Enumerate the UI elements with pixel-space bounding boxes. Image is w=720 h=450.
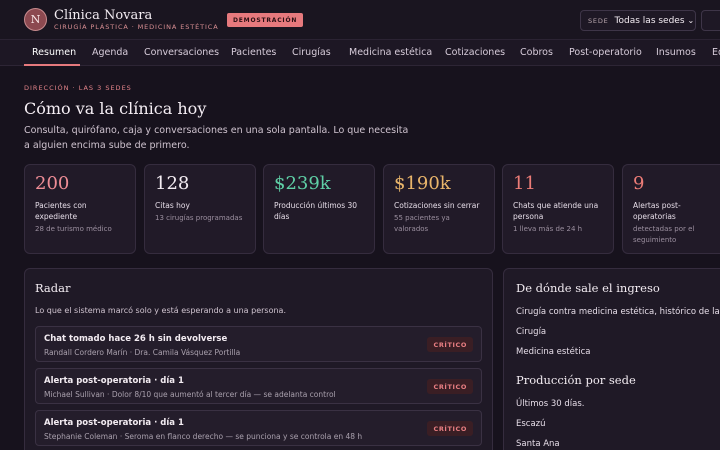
kpi-note: 28 de turismo médico bbox=[35, 225, 112, 233]
kpi-label: Chats que atiende una persona bbox=[513, 201, 599, 221]
kpi-card-alertas[interactable]: 9 Alertas post-operatorias detectadas po… bbox=[622, 164, 720, 254]
kpi-card-citas[interactable]: 128 Citas hoy 13 cirugías programadas bbox=[144, 164, 256, 254]
income-subtitle: Cirugía contra medicina estética, histór… bbox=[516, 307, 720, 317]
page-title: Cómo va la clínica hoy bbox=[24, 99, 207, 118]
kpi-value: 9 bbox=[633, 173, 645, 194]
tab-resumen[interactable]: Resumen bbox=[32, 40, 76, 66]
alert-detail: Randall Cordero Marín · Dra. Camila Vásq… bbox=[44, 348, 241, 357]
kpi-label: Producción últimos 30 días bbox=[274, 201, 358, 221]
kpi-value: 200 bbox=[35, 173, 70, 194]
kpi-label: Citas hoy bbox=[155, 201, 190, 210]
kpi-card-cotizaciones[interactable]: $190k Cotizaciones sin cerrar 55 pacient… bbox=[383, 164, 495, 254]
secondary-select[interactable] bbox=[701, 10, 720, 31]
tab-post-operatorio[interactable]: Post-operatorio bbox=[569, 40, 642, 66]
radar-alert[interactable]: Alerta post-operatoria · día 1 Stephanie… bbox=[35, 410, 482, 446]
radar-subtitle: Lo que el sistema marcó solo y está espe… bbox=[35, 306, 286, 315]
main-nav: Resumen Agenda Conversaciones Pacientes … bbox=[0, 40, 720, 66]
radar-title: Radar bbox=[35, 281, 71, 295]
demo-badge: DEMOSTRACIÓN bbox=[227, 13, 304, 27]
sede-value: Todas las sedes bbox=[614, 15, 685, 26]
tab-agenda[interactable]: Agenda bbox=[92, 40, 128, 66]
brand-subtitle: CIRUGÍA PLÁSTICA · MEDICINA ESTÉTICA bbox=[54, 23, 219, 31]
kpi-note: detectadas por el seguimiento bbox=[633, 225, 695, 244]
income-panel: De dónde sale el ingreso Cirugía contra … bbox=[503, 268, 720, 450]
radar-panel: Radar Lo que el sistema marcó solo y est… bbox=[24, 268, 493, 450]
kpi-value: 11 bbox=[513, 173, 536, 194]
tab-equipo[interactable]: Eq bbox=[712, 40, 720, 66]
kpi-label: Alertas post-operatorias bbox=[633, 201, 681, 221]
top-bar: N Clínica Novara CIRUGÍA PLÁSTICA · MEDI… bbox=[0, 0, 720, 40]
kpi-value: $190k bbox=[394, 173, 451, 194]
alert-title: Alerta post-operatoria · día 1 bbox=[44, 418, 184, 428]
kpi-card-produccion[interactable]: $239k Producción últimos 30 días bbox=[263, 164, 375, 254]
tab-cotizaciones[interactable]: Cotizaciones bbox=[445, 40, 505, 66]
kpi-value: $239k bbox=[274, 173, 331, 194]
kpi-note: 13 cirugías programadas bbox=[155, 214, 243, 222]
income-line-medicina: Medicina estética bbox=[516, 347, 591, 357]
sede-select[interactable]: SEDE Todas las sedes ⌄ bbox=[580, 10, 696, 31]
production-subtitle: Últimos 30 días. bbox=[516, 399, 585, 409]
page-subtitle: Consulta, quirófano, caja y conversacion… bbox=[24, 125, 409, 151]
section-eyebrow: DIRECCIÓN · LAS 3 SEDES bbox=[24, 84, 132, 92]
radar-alert[interactable]: Chat tomado hace 26 h sin devolverse Ran… bbox=[35, 326, 482, 362]
tab-medicina-estetica[interactable]: Medicina estética bbox=[349, 40, 432, 66]
clinic-logo[interactable]: N bbox=[24, 8, 47, 31]
chevron-down-icon: ⌄ bbox=[687, 16, 695, 25]
sede-label: SEDE bbox=[588, 16, 609, 25]
kpi-card-chats[interactable]: 11 Chats que atiende una persona 1 lleva… bbox=[502, 164, 614, 254]
tab-conversaciones[interactable]: Conversaciones bbox=[144, 40, 219, 66]
kpi-note: 1 lleva más de 24 h bbox=[513, 225, 583, 233]
production-title: Producción por sede bbox=[516, 373, 636, 387]
tab-insumos[interactable]: Insumos bbox=[656, 40, 696, 66]
severity-badge: CRÍTICO bbox=[427, 337, 473, 352]
tab-cobros[interactable]: Cobros bbox=[520, 40, 553, 66]
kpi-card-pacientes[interactable]: 200 Pacientes con expediente 28 de turis… bbox=[24, 164, 136, 254]
radar-alert[interactable]: Alerta post-operatoria · día 1 Michael S… bbox=[35, 368, 482, 404]
kpi-label: Cotizaciones sin cerrar bbox=[394, 201, 480, 210]
kpi-note: 55 pacientes ya valorados bbox=[394, 214, 450, 233]
alert-title: Alerta post-operatoria · día 1 bbox=[44, 376, 184, 386]
income-title: De dónde sale el ingreso bbox=[516, 281, 660, 295]
active-tab-indicator bbox=[24, 64, 80, 66]
income-line-cirugia: Cirugía bbox=[516, 327, 547, 337]
production-line-escazu: Escazú bbox=[516, 419, 546, 429]
kpi-label: Pacientes con expediente bbox=[35, 201, 87, 221]
production-line-santa-ana: Santa Ana bbox=[516, 439, 560, 449]
kpi-value: 128 bbox=[155, 173, 190, 194]
alert-detail: Michael Sullivan · Dolor 8/10 que aument… bbox=[44, 390, 336, 399]
brand-name: Clínica Novara bbox=[54, 8, 153, 23]
tab-pacientes[interactable]: Pacientes bbox=[231, 40, 276, 66]
alert-title: Chat tomado hace 26 h sin devolverse bbox=[44, 334, 228, 344]
severity-badge: CRÍTICO bbox=[427, 379, 473, 394]
severity-badge: CRÍTICO bbox=[427, 421, 473, 436]
tab-cirugias[interactable]: Cirugías bbox=[292, 40, 331, 66]
alert-detail: Stephanie Coleman · Seroma en flanco der… bbox=[44, 432, 363, 441]
